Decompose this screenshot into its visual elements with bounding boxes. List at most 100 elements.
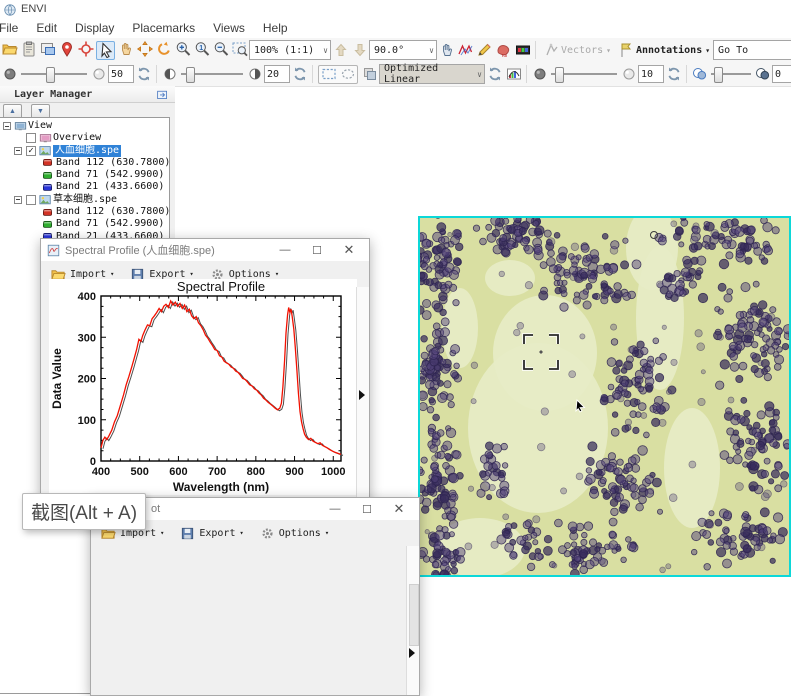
spectral-window-title: Spectral Profile (人血细胞.spe) bbox=[65, 242, 215, 258]
rotation-combo[interactable]: 90.0°∨ bbox=[369, 40, 437, 60]
options-menu[interactable]: Options▾ bbox=[260, 526, 329, 541]
tree-item-raster[interactable]: 草本细胞.spe bbox=[53, 194, 117, 206]
raster-icon bbox=[39, 194, 52, 205]
expand-panel-arrow-icon[interactable] bbox=[409, 648, 415, 658]
zoom-rect-icon[interactable] bbox=[231, 41, 248, 58]
zoom-level-value: 100% (1:1) bbox=[254, 45, 314, 56]
envi-logo-icon bbox=[4, 3, 16, 15]
contrast-reset-icon[interactable] bbox=[291, 66, 308, 83]
annotations-dropdown[interactable]: Annotations▾ bbox=[614, 42, 713, 59]
arrow-up-disabled-icon[interactable] bbox=[332, 42, 349, 59]
fly-icon[interactable] bbox=[136, 41, 153, 58]
histogram-stretch-icon[interactable] bbox=[505, 66, 522, 83]
maximize-button[interactable]: ☐ bbox=[351, 498, 383, 520]
lut-icon[interactable] bbox=[514, 42, 531, 59]
contrast-input[interactable] bbox=[264, 65, 290, 83]
chip-icon[interactable] bbox=[39, 41, 56, 58]
zoom-out-icon[interactable] bbox=[212, 41, 229, 58]
contrast-slider[interactable] bbox=[179, 65, 245, 83]
roi-tool-icon[interactable]: roi bbox=[495, 42, 512, 59]
tree-item-view[interactable]: View bbox=[28, 120, 52, 132]
svg-text:800: 800 bbox=[247, 466, 265, 478]
sharpen-slider[interactable] bbox=[549, 65, 619, 83]
tree-item-overview[interactable]: Overview bbox=[53, 132, 101, 144]
zoom-in-icon[interactable] bbox=[174, 41, 191, 58]
chevron-down-icon: ∨ bbox=[425, 46, 434, 55]
main-toolbar: 1 100% (1:1)∨ 90.0°∨ roi Vectors▾ Annota… bbox=[0, 38, 791, 63]
tree-expand-toggle[interactable] bbox=[3, 122, 11, 130]
plot-side-panel-scrollbar[interactable] bbox=[356, 287, 369, 507]
tree-item-raster[interactable]: 人血细胞.spe bbox=[53, 145, 121, 157]
svg-text:100: 100 bbox=[78, 415, 96, 427]
menu-help[interactable]: Help bbox=[254, 19, 297, 37]
expand-panel-arrow-icon[interactable] bbox=[359, 390, 365, 400]
layer-visibility-checkbox[interactable]: ✓ bbox=[26, 146, 36, 156]
svg-text:Wavelength (nm): Wavelength (nm) bbox=[173, 480, 269, 494]
select-cursor-icon[interactable] bbox=[96, 41, 115, 60]
stretch-type-combo[interactable]: Optimized Linear∨ bbox=[379, 64, 485, 84]
monitor bbox=[14, 121, 27, 132]
tree-band-item[interactable]: Band 71 (542.9900) bbox=[56, 218, 164, 230]
svg-text:700: 700 bbox=[208, 466, 226, 478]
zoom-level-combo[interactable]: 100% (1:1)∨ bbox=[249, 40, 331, 60]
tree-expand-toggle[interactable] bbox=[14, 147, 22, 155]
sharpen-input[interactable] bbox=[638, 65, 664, 83]
stretch-on-view-icon[interactable] bbox=[320, 66, 337, 83]
layer-visibility-checkbox[interactable] bbox=[26, 133, 36, 143]
tree-band-item[interactable]: Band 112 (630.7800) bbox=[56, 206, 170, 218]
maximize-button[interactable]: ☐ bbox=[301, 239, 333, 261]
transparency-slider[interactable] bbox=[709, 65, 753, 83]
brightness-reset-icon[interactable] bbox=[135, 66, 152, 83]
pencil-profile-icon[interactable] bbox=[476, 42, 493, 59]
band-color-chip bbox=[43, 184, 52, 191]
spectral-window-titlebar[interactable]: Spectral Profile (人血细胞.spe) — ☐ ✕ bbox=[41, 239, 369, 262]
tree-band-item[interactable]: Band 21 (433.6600) bbox=[56, 181, 164, 193]
menu-edit[interactable]: Edit bbox=[27, 19, 66, 37]
close-button[interactable]: ✕ bbox=[383, 498, 415, 520]
menu-views[interactable]: Views bbox=[204, 19, 254, 37]
pan-hand-icon[interactable] bbox=[117, 41, 134, 58]
export-menu[interactable]: Export▾ bbox=[180, 526, 243, 541]
orbit-icon[interactable] bbox=[155, 41, 172, 58]
plot-side-panel-scrollbar[interactable] bbox=[406, 546, 419, 695]
menu-file[interactable]: File bbox=[0, 19, 27, 37]
brightness-input[interactable] bbox=[108, 65, 134, 83]
separator bbox=[312, 65, 313, 83]
tree-expand-toggle[interactable] bbox=[14, 196, 22, 204]
pan-grab-icon[interactable] bbox=[438, 42, 455, 59]
tree-band-item[interactable]: Band 71 (542.9900) bbox=[56, 169, 164, 181]
undock-icon[interactable] bbox=[156, 88, 169, 101]
sharpen-reset-icon[interactable] bbox=[665, 66, 682, 83]
polyline-icon[interactable] bbox=[457, 42, 474, 59]
transparency-high-icon bbox=[754, 66, 771, 83]
close-button[interactable]: ✕ bbox=[333, 239, 365, 261]
layer-visibility-checkbox[interactable] bbox=[26, 195, 36, 205]
minimize-button[interactable]: — bbox=[269, 239, 301, 261]
vectors-dropdown[interactable]: Vectors▾ bbox=[539, 42, 614, 59]
scrollbar-thumb[interactable] bbox=[409, 584, 419, 646]
brightness-high-icon bbox=[90, 66, 107, 83]
stretch-reset-icon[interactable] bbox=[486, 66, 503, 83]
menu-display[interactable]: Display bbox=[66, 19, 123, 37]
paste-icon[interactable] bbox=[20, 41, 37, 58]
vectors-icon bbox=[543, 42, 560, 59]
stretch-on-roi-icon[interactable] bbox=[339, 66, 356, 83]
svg-text:0: 0 bbox=[90, 456, 96, 468]
plot-window-2-title: ot bbox=[151, 503, 160, 515]
zoom-actual-icon[interactable]: 1 bbox=[193, 41, 210, 58]
placemark-icon[interactable] bbox=[58, 41, 75, 58]
open-folder-icon[interactable] bbox=[1, 41, 18, 58]
plot-window-icon bbox=[47, 244, 60, 257]
image-view[interactable] bbox=[418, 216, 791, 577]
brightness-slider[interactable] bbox=[19, 65, 89, 83]
link-views-icon[interactable] bbox=[361, 66, 378, 83]
goto-combo[interactable]: Go To∨ bbox=[713, 40, 791, 60]
transparency-input[interactable] bbox=[772, 65, 791, 83]
overview-icon bbox=[39, 133, 52, 144]
minimize-button[interactable]: — bbox=[319, 498, 351, 520]
tree-band-item[interactable]: Band 112 (630.7800) bbox=[56, 157, 170, 169]
crosshair-icon[interactable] bbox=[77, 41, 94, 58]
spectral-profile-chart[interactable]: Spectral Profile400500600700800900100001… bbox=[49, 279, 357, 495]
menu-placemarks[interactable]: Placemarks bbox=[123, 19, 204, 37]
arrow-down-disabled-icon[interactable] bbox=[351, 42, 368, 59]
